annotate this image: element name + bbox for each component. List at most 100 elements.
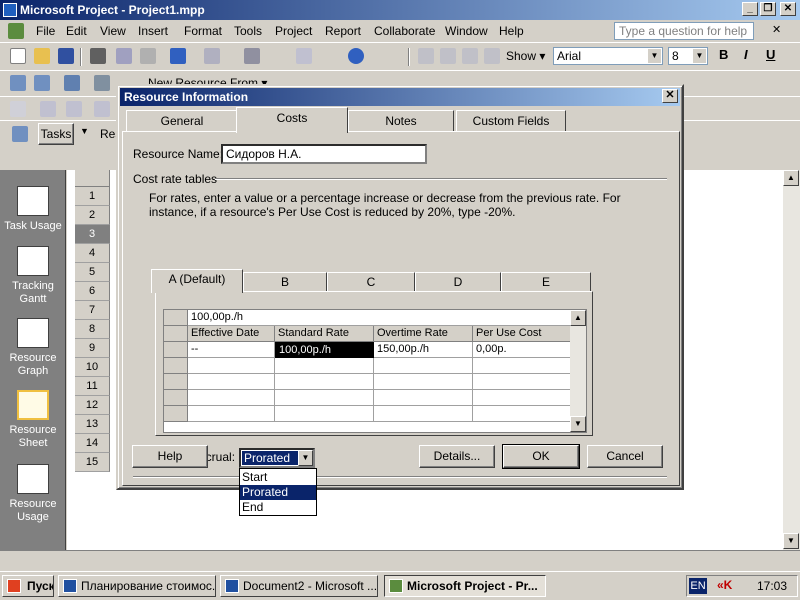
view-resource-sheet[interactable]: Resource Sheet [0,390,66,450]
empty-cell[interactable] [374,390,473,406]
empty-cell[interactable] [374,406,473,422]
row-selector[interactable] [164,390,188,406]
print-icon[interactable] [90,48,106,64]
doc-close-icon[interactable]: ✕ [772,23,781,36]
row-header[interactable]: 3 [75,225,110,244]
menu-format[interactable]: Format [184,24,222,38]
resource-view-icon[interactable] [10,75,26,91]
scroll-left-icon[interactable] [418,48,434,64]
chevron-down-icon[interactable]: ▼ [298,450,313,466]
show-dropdown[interactable]: Show ▾ [506,49,545,63]
tasks-button[interactable]: Tasks [38,123,74,145]
guide-icon[interactable] [12,126,28,142]
chevron-down-icon[interactable]: ▼ [648,49,661,63]
row-header[interactable]: 8 [75,320,110,339]
menu-view[interactable]: View [100,24,126,38]
menu-tools[interactable]: Tools [234,24,262,38]
help-icon[interactable] [348,48,364,64]
rate-tab-c[interactable]: C [327,272,415,292]
view-resource-graph[interactable]: Resource Graph [0,318,66,378]
row-header[interactable]: 9 [75,339,110,358]
close-button[interactable]: ✕ [780,2,796,16]
row-selector[interactable] [164,374,188,390]
empty-cell[interactable] [188,390,275,406]
scroll-right-icon[interactable] [440,48,456,64]
cell-overtime-rate[interactable]: 150,00р./h [374,342,473,358]
view-tracking-gantt[interactable]: Tracking Gantt [0,246,66,306]
resource-sheet-icon[interactable] [34,75,50,91]
column-header-effective-date[interactable]: Effective Date [188,326,275,342]
option-end[interactable]: End [240,500,316,515]
row-header[interactable]: 2 [75,206,110,225]
menu-project[interactable]: Project [275,24,312,38]
split-icon[interactable] [66,101,82,117]
task-button-document2[interactable]: Document2 - Microsoft ... [220,575,378,597]
scroll-down-icon[interactable]: ▼ [783,533,799,549]
empty-cell[interactable] [473,358,572,374]
tab-general[interactable]: General [126,110,238,132]
tasks-dropdown-icon[interactable]: ▼ [80,126,89,136]
row-header[interactable]: 11 [75,377,110,396]
cut-icon[interactable] [116,48,132,64]
new-icon[interactable] [10,48,26,64]
help-button[interactable]: Help [132,445,208,468]
row-header[interactable]: 1 [75,187,110,206]
column-header-overtime-rate[interactable]: Overtime Rate [374,326,473,342]
analysis-icon[interactable] [10,101,26,117]
scroll-down-icon[interactable]: ▼ [570,416,586,432]
row-header[interactable]: 4 [75,244,110,263]
option-prorated[interactable]: Prorated [240,485,316,500]
menu-insert[interactable]: Insert [138,24,168,38]
cost-accrual-select[interactable]: Prorated ▼ [239,448,315,468]
link-icon[interactable] [244,48,260,64]
empty-cell[interactable] [473,390,572,406]
empty-cell[interactable] [275,406,374,422]
main-vertical-scrollbar[interactable]: ▲ ▼ [783,170,800,550]
save-icon[interactable] [58,48,74,64]
ok-button[interactable]: OK [502,444,580,469]
row-header[interactable]: 12 [75,396,110,415]
scroll-up-icon[interactable]: ▲ [783,170,799,186]
font-size-select[interactable]: 8 ▼ [668,47,708,65]
details-button[interactable]: Details... [419,445,495,468]
antivirus-icon[interactable]: «K [717,578,732,592]
row-selector[interactable] [164,358,188,374]
task-button-planning[interactable]: Планирование стоимос... [58,575,216,597]
underline-button[interactable]: U [766,47,775,62]
row-header[interactable]: 10 [75,358,110,377]
cell-per-use-cost[interactable]: 0,00р. [473,342,572,358]
horizontal-scrollbar[interactable] [0,550,800,568]
column-header-standard-rate[interactable]: Standard Rate [275,326,374,342]
row-header[interactable]: 6 [75,282,110,301]
copy-icon[interactable] [140,48,156,64]
empty-cell[interactable] [275,374,374,390]
dialog-close-button[interactable]: ✕ [662,89,678,103]
row-header[interactable]: 14 [75,434,110,453]
restore-button[interactable]: ❐ [760,2,776,16]
undo-icon[interactable] [170,48,186,64]
level-icon[interactable] [94,101,110,117]
language-indicator[interactable]: EN [689,578,707,594]
menu-file[interactable]: File [36,24,55,38]
row-selector[interactable] [164,406,188,422]
rate-tab-d[interactable]: D [415,272,501,292]
empty-cell[interactable] [473,406,572,422]
empty-cell[interactable] [275,358,374,374]
italic-button[interactable]: I [744,47,748,62]
menu-report[interactable]: Report [325,24,361,38]
task-button-project[interactable]: Microsoft Project - Pr... [384,575,546,597]
minimize-button[interactable]: _ [742,2,758,16]
indent-plus-icon[interactable] [462,48,478,64]
compare-icon[interactable] [40,101,56,117]
resource-name-field[interactable]: Сидоров Н.А. [221,144,427,164]
assign-icon[interactable] [94,75,110,91]
tab-costs[interactable]: Costs [236,107,348,133]
cell-effective-date[interactable]: -- [188,342,275,358]
start-button[interactable]: Пуск [2,575,54,597]
empty-cell[interactable] [188,406,275,422]
menu-window[interactable]: Window [445,24,488,38]
empty-cell[interactable] [473,374,572,390]
row-header[interactable]: 5 [75,263,110,282]
rate-table-scrollbar[interactable]: ▲ ▼ [570,310,586,432]
empty-cell[interactable] [374,358,473,374]
